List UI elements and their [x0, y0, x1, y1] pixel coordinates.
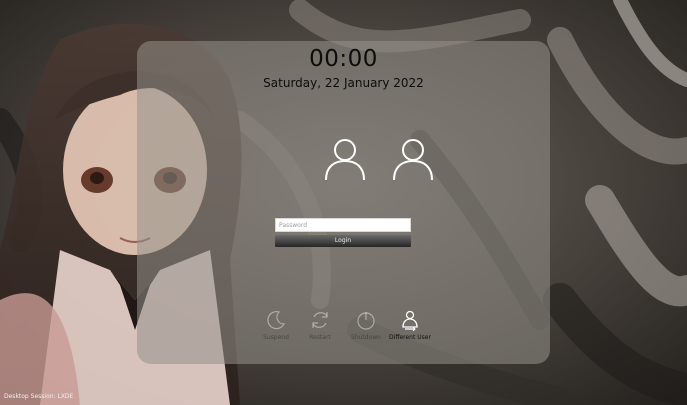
login-button[interactable]: Login [275, 235, 411, 247]
restart-button[interactable]: Restart [295, 309, 345, 345]
suspend-label: Suspend [263, 334, 289, 341]
login-screen: 00:00 Saturday, 22 January 2022 Login Su… [0, 0, 687, 405]
suspend-icon [267, 311, 285, 330]
shutdown-label: Shutdown [351, 334, 381, 341]
restart-icon [312, 312, 328, 328]
different-user-label: Different User [389, 334, 431, 341]
user-icon[interactable] [323, 136, 367, 182]
clock-date: Saturday, 22 January 2022 [263, 76, 424, 90]
suspend-button[interactable]: Suspend [251, 309, 301, 345]
login-panel: 00:00 Saturday, 22 January 2022 Login Su… [137, 41, 550, 364]
restart-label: Restart [309, 334, 331, 341]
switch-user-icon [402, 310, 418, 331]
user-icon[interactable] [391, 136, 435, 182]
shutdown-button[interactable]: Shutdown [341, 309, 391, 345]
session-selector[interactable]: Desktop Session: LXDE [4, 393, 73, 400]
password-input[interactable] [275, 218, 411, 232]
different-user-button[interactable]: Different User [385, 309, 435, 345]
clock-time: 00:00 [309, 46, 378, 72]
power-icon [357, 312, 375, 330]
